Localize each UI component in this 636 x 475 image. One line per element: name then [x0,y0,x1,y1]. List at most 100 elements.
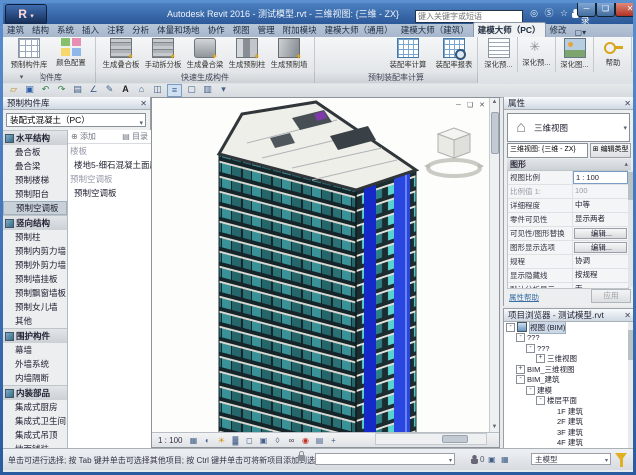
subscription-icon[interactable]: Ⓢ [542,6,556,20]
scale-control[interactable]: 1 : 100 [155,435,185,446]
tree-expander[interactable]: + [536,354,545,364]
shadows-icon[interactable]: ▓ [229,435,241,446]
list-item[interactable]: 预制飘窗墙板 [3,286,67,300]
tree-node[interactable]: - BIM_建筑 [504,375,628,386]
detail-row[interactable]: 楼地5-细石混凝土面层（1 [68,158,151,172]
search-icon[interactable]: ◎ [527,6,541,20]
list-item[interactable]: 内装部品 [3,385,67,400]
apply-button[interactable]: 应用 [591,289,631,303]
tree-expander[interactable]: - [536,396,545,406]
tree-node[interactable]: - ??? [504,343,628,354]
property-value[interactable]: 协调 [573,255,628,268]
list-item[interactable]: 预制楼梯 [3,173,67,187]
undo-icon[interactable]: ↶ [39,84,52,95]
list-item[interactable]: 集成式吊顶 [3,428,67,442]
tree-expander[interactable]: - [516,375,525,385]
horizontal-scrollbar[interactable] [375,433,487,445]
maximize-button[interactable]: ❏ [596,3,615,17]
open-icon[interactable]: ▱ [7,84,20,95]
list-item[interactable]: 集成式卫生间 [3,414,67,428]
text-icon[interactable]: A [119,84,132,95]
tree-expander[interactable]: + [516,364,525,374]
list-item[interactable]: 其他 [3,314,67,328]
close-hidden-windows-icon[interactable]: ▢ [185,84,198,95]
ribbon-tab[interactable]: 视图 [229,23,254,37]
tree-expander[interactable]: - [526,385,535,395]
list-item[interactable]: 外墙系统 [3,357,67,371]
list-item[interactable]: 预制柱 [3,230,67,244]
links-icon[interactable]: ▦ [499,454,510,465]
lock-icon[interactable] [298,451,305,461]
property-value[interactable]: 中等 [573,199,628,212]
ribbon-button[interactable]: 生成叠合板 [100,37,142,71]
vertical-scrollbar[interactable]: ▲ ▼ [489,98,499,432]
collapsed-panel-button[interactable]: 帮助 [594,37,631,71]
close-icon[interactable]: ✕ [140,97,147,110]
instance-combo[interactable]: 三维视图: {三维 - ZX} [507,143,589,158]
collapsed-panel-button[interactable]: 深化图... [556,37,593,71]
visual-style-icon[interactable]: ◐ [201,435,213,446]
list-item[interactable]: 水平结构 [3,130,67,145]
minimize-button[interactable]: ─ [577,3,596,17]
scrollbar-thumb[interactable] [491,112,499,154]
collapsed-panel-button[interactable]: 深化预... [518,37,555,71]
active-model-combo[interactable]: 主模型 ▾ [531,453,611,465]
drawing-area[interactable]: ─ ❏ ✕ ▲ ▼ 1 : 100 ▦ ◐ ☀ ▓ ◻ ▣ ◊ ∞ ◉ ▤ + [151,97,500,448]
ribbon-tab[interactable]: 建筑 [3,23,28,37]
library-category-combo[interactable]: 装配式混凝土（PC） ▾ [6,113,146,127]
ribbon-tab[interactable]: 结构 [28,23,53,37]
tree-node[interactable]: - ??? [504,333,628,344]
favorites-star-icon[interactable]: ☆ [557,6,571,20]
model-3d-view[interactable] [152,98,490,432]
list-item[interactable]: 集成式厨房 [3,400,67,414]
ribbon-tab[interactable]: 体量和场地 [153,23,204,37]
crop-region-icon[interactable]: ▣ [257,435,269,446]
ribbon-tab[interactable]: 分析 [128,23,153,37]
print-icon[interactable]: ▤ [71,84,84,95]
temp-view-properties-icon[interactable]: ▤ [313,435,325,446]
filter-funnel-icon[interactable] [615,453,627,467]
ribbon-cycle-icon[interactable]: ▢▾ [571,28,591,37]
show-constraints-icon[interactable]: + [327,435,339,446]
list-item[interactable]: 预制阳台 [3,187,67,201]
tree-expander[interactable]: - [526,343,535,353]
worksets-icon[interactable]: ▣ [486,454,497,465]
list-item[interactable]: 幕墙 [3,343,67,357]
ribbon-button[interactable]: 装配率计算 [385,37,431,71]
property-value[interactable]: 编辑... [574,228,627,239]
list-item[interactable]: 叠合板 [3,145,67,159]
unlock-3d-icon[interactable]: ◊ [271,435,283,446]
list-item[interactable]: 预制女儿墙 [3,300,67,314]
ribbon-tab[interactable]: 管理 [254,23,279,37]
catalog-button[interactable]: ▤ 目录 [122,131,148,142]
property-value[interactable]: 编辑... [574,242,627,253]
property-value[interactable]: 1 : 100 [573,171,628,184]
editing-requests-icon[interactable] [471,455,478,464]
tree-node[interactable]: 3F 建筑 [504,427,628,438]
add-button[interactable]: ⊕ 添加 [71,131,96,142]
list-item[interactable]: 围护构件 [3,328,67,343]
ribbon-tab[interactable]: 附加模块 [279,23,321,37]
ribbon-button[interactable]: 颜色配置 [50,37,92,71]
design-option-combo[interactable]: ▾ [315,453,455,465]
view-window-controls[interactable]: ─ ❏ ✕ [456,101,487,109]
close-icon[interactable]: ✕ [624,309,631,322]
detail-row[interactable]: 楼板 [68,144,151,158]
list-item[interactable]: 预制内剪力墙 [3,244,67,258]
list-item[interactable]: 预制墙挂板 [3,272,67,286]
ribbon-tab[interactable]: 修改 [546,23,571,37]
collapsed-panel-button[interactable]: 深化预... [480,37,517,71]
properties-help-link[interactable]: 属性帮助 [509,292,539,303]
tree-node[interactable]: + 三维视图 [504,354,628,365]
panel-expand-caret[interactable]: ▾ [3,72,41,83]
ribbon-button[interactable]: 生成预制柱 [226,37,268,71]
ribbon-tab[interactable]: 系统 [53,23,78,37]
ribbon-button[interactable]: 生成叠合梁 [184,37,226,71]
list-item[interactable]: 叠合梁 [3,159,67,173]
reveal-hidden-icon[interactable]: ◉ [299,435,311,446]
ribbon-button[interactable]: 装配率报表 [431,37,477,71]
detail-row[interactable]: 预制空调板 [68,172,151,186]
redo-icon[interactable]: ↷ [55,84,68,95]
properties-scrollbar[interactable] [628,170,633,287]
aligned-dimension-icon[interactable]: ✎ [103,84,116,95]
